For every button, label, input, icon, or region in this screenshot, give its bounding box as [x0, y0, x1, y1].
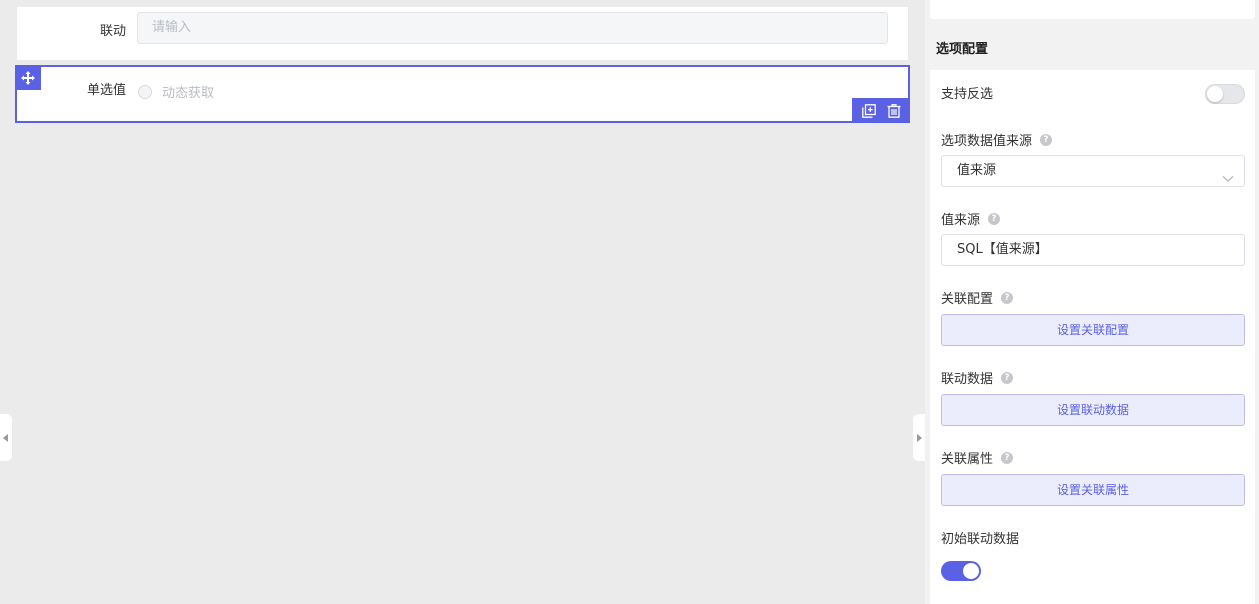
value-source-label: 值来源	[941, 213, 981, 228]
move-icon[interactable]	[15, 65, 41, 90]
option-source-label-wrap: 选项数据值来源 ?	[941, 130, 1053, 149]
toggle-knob	[1207, 86, 1223, 102]
collapse-left-icon[interactable]	[0, 414, 12, 461]
option-source-select[interactable]: 值来源	[941, 155, 1245, 187]
delete-icon[interactable]	[885, 102, 903, 120]
support-inverse-label-wrap: 支持反选	[941, 83, 993, 102]
help-icon[interactable]: ?	[1001, 371, 1014, 384]
support-inverse-label: 支持反选	[941, 87, 994, 102]
linkage-data-label-wrap: 联动数据 ?	[941, 368, 1014, 387]
linkage-data-label: 联动数据	[941, 372, 994, 387]
properties-panel: 选项配置 支持反选 选项数据值来源 ? 值来源 值来源 ? SQL【值来源】 关…	[925, 0, 1259, 604]
relation-config-label: 关联配置	[941, 292, 994, 307]
radio-option-label: 动态获取	[162, 86, 215, 101]
set-relation-config-button[interactable]: 设置关联配置	[941, 314, 1245, 346]
section-title: 选项配置	[936, 42, 989, 57]
set-linkage-data-button[interactable]: 设置联动数据	[941, 394, 1245, 426]
linkage-field-row[interactable]: 联动 请输入	[17, 7, 908, 60]
option-source-label: 选项数据值来源	[941, 134, 1033, 149]
field-toolbar	[852, 98, 910, 123]
radio-field-label: 单选值	[86, 83, 126, 98]
linkage-field-label: 联动	[99, 24, 126, 39]
radio-circle[interactable]	[138, 84, 152, 99]
relation-attr-label: 关联属性	[941, 452, 994, 467]
radio-option[interactable]: 动态获取	[138, 82, 214, 101]
chevron-down-icon	[1222, 165, 1234, 195]
help-icon[interactable]: ?	[1001, 291, 1014, 304]
initial-linkage-label: 初始联动数据	[941, 532, 1020, 547]
form-canvas: 联动 请输入 单选值 动态获取	[0, 0, 925, 604]
linkage-input[interactable]: 请输入	[137, 12, 888, 44]
toggle-knob	[963, 563, 979, 579]
support-inverse-toggle[interactable]	[1205, 84, 1245, 104]
value-source-label-wrap: 值来源 ?	[941, 209, 1001, 228]
initial-linkage-toggle[interactable]	[941, 561, 981, 581]
radio-field-row-selected[interactable]: 单选值 动态获取	[15, 65, 910, 123]
help-icon[interactable]: ?	[1040, 133, 1053, 146]
initial-linkage-label-wrap: 初始联动数据	[941, 528, 1019, 547]
option-source-value: 值来源	[957, 163, 997, 178]
collapse-right-icon[interactable]	[913, 414, 925, 461]
panel-top-card	[930, 0, 1255, 19]
value-source-input[interactable]: SQL【值来源】	[941, 234, 1245, 266]
set-relation-attr-button[interactable]: 设置关联属性	[941, 474, 1245, 506]
options-config-card: 支持反选 选项数据值来源 ? 值来源 值来源 ? SQL【值来源】 关联配置 ?…	[930, 70, 1255, 604]
help-icon[interactable]: ?	[988, 212, 1001, 225]
copy-icon[interactable]	[860, 102, 878, 120]
help-icon[interactable]: ?	[1001, 451, 1014, 464]
relation-attr-label-wrap: 关联属性 ?	[941, 448, 1014, 467]
relation-config-label-wrap: 关联配置 ?	[941, 288, 1014, 307]
